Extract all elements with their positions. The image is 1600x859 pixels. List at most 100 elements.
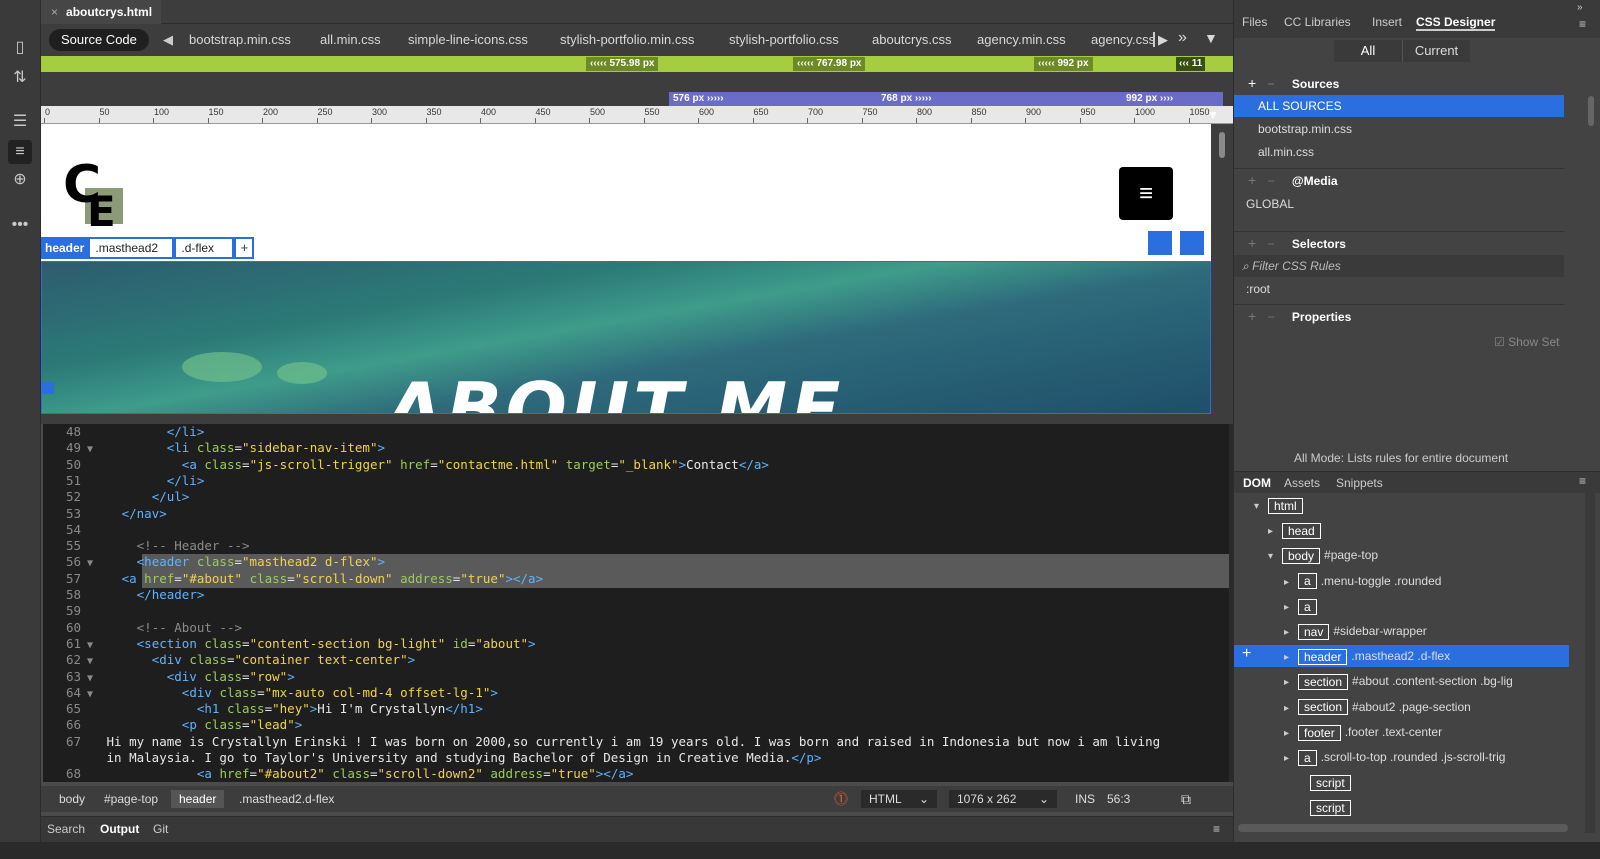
code-text[interactable]: Hi my name is Crystallyn Erinski ! I was… <box>99 734 1161 749</box>
mq-label[interactable]: 768 px ››››› <box>881 92 932 106</box>
related-file[interactable]: agency.min.css <box>977 32 1066 47</box>
panel-menu-icon[interactable]: ≡ <box>1579 474 1586 488</box>
breadcrumb-item[interactable]: header <box>171 790 225 808</box>
code-text[interactable]: <div class="row"> <box>99 669 295 684</box>
warning-icon[interactable]: ⓵ <box>826 790 856 808</box>
code-line[interactable]: 66 <p class="lead"> <box>43 717 1229 733</box>
add-element-icon[interactable]: + <box>1242 645 1251 663</box>
code-line[interactable]: 54 <box>43 522 1229 538</box>
dom-tag[interactable]: section <box>1298 699 1349 716</box>
chevron-down-icon[interactable]: ▾ <box>1254 496 1268 518</box>
splitter[interactable] <box>41 414 1233 424</box>
scroll-left-icon[interactable]: ◀ <box>163 32 173 48</box>
breadcrumb-item[interactable]: body <box>51 790 93 808</box>
show-set-checkbox[interactable]: ☑ Show Set <box>1494 335 1559 349</box>
mq-label[interactable]: ‹‹‹‹‹ 767.98 px <box>793 57 866 71</box>
document-tab[interactable]: × aboutcrys.html <box>41 0 161 24</box>
code-line[interactable]: 52 </ul> <box>43 489 1229 505</box>
code-line[interactable]: 51 </li> <box>43 473 1229 489</box>
code-text[interactable]: </nav> <box>99 506 167 521</box>
scrollbar-thumb[interactable] <box>1588 96 1594 126</box>
media-query-bar-min[interactable]: 576 px ››››› 768 px ››››› 992 px ›››› <box>41 92 1233 106</box>
menu-icon[interactable]: ≡ <box>1213 822 1220 836</box>
mq-label[interactable]: ‹‹‹ 11 <box>1176 57 1206 71</box>
panel-menu-icon[interactable]: ≡ <box>1579 17 1586 31</box>
dom-tag[interactable]: section <box>1298 674 1349 691</box>
source-item[interactable]: ALL SOURCES <box>1234 95 1564 117</box>
chevron-right-icon[interactable]: ▸ <box>1268 521 1282 543</box>
mq-label[interactable]: ‹‹‹‹‹ 575.98 px <box>586 57 659 71</box>
dom-horizontal-scrollbar[interactable] <box>1238 824 1568 832</box>
tab-assets[interactable]: Assets <box>1284 476 1320 490</box>
ruler-marker-icon[interactable]: ▼ <box>1207 108 1219 122</box>
chevron-right-icon[interactable]: ▸ <box>1284 622 1298 644</box>
resize-icon[interactable] <box>1147 230 1173 256</box>
add-icon[interactable]: + <box>1248 75 1256 91</box>
element-display[interactable]: header .masthead2 .d-flex + <box>41 237 255 259</box>
overflow-icon[interactable]: » <box>1178 29 1187 47</box>
tab-search[interactable]: Search <box>47 822 85 836</box>
add-icon[interactable]: + <box>1248 308 1256 324</box>
split-icon[interactable] <box>1179 230 1205 256</box>
code-line[interactable]: 62 ▼ <div class="container text-center"> <box>43 652 1229 668</box>
remove-icon[interactable]: − <box>1268 237 1275 251</box>
code-line[interactable]: 58 </header> <box>43 587 1229 603</box>
code-text[interactable]: <div class="container text-center"> <box>99 652 415 667</box>
code-text[interactable]: <p class="lead"> <box>99 717 302 732</box>
chevron-right-icon[interactable]: ▸ <box>1284 672 1298 694</box>
selector-item[interactable]: :root <box>1234 278 1564 300</box>
remove-icon[interactable]: − <box>1268 77 1275 91</box>
inspect-icon[interactable]: ☰ <box>8 110 32 134</box>
chevron-right-icon[interactable]: ▸ <box>1284 597 1298 619</box>
dom-node[interactable]: ▸ head <box>1234 519 1569 541</box>
tab-insert[interactable]: Insert <box>1372 15 1402 29</box>
chevron-right-icon[interactable]: ▸ <box>1284 723 1298 745</box>
dom-node[interactable]: ▾ html <box>1234 494 1569 516</box>
add-icon[interactable]: + <box>1248 235 1256 251</box>
dom-tag[interactable]: a <box>1298 598 1317 615</box>
code-line[interactable]: 50 <a class="js-scroll-trigger" href="co… <box>43 457 1229 473</box>
tab-cc-libraries[interactable]: CC Libraries <box>1284 15 1351 29</box>
code-text[interactable] <box>99 522 107 537</box>
dom-tag[interactable]: script <box>1310 775 1351 792</box>
code-line[interactable]: 55 <!-- Header --> <box>43 538 1229 554</box>
media-query-bar-max[interactable]: ‹‹‹‹‹ 575.98 px ‹‹‹‹‹ 767.98 px ‹‹‹‹‹ 99… <box>41 56 1233 72</box>
code-text[interactable]: <a class="js-scroll-trigger" href="conta… <box>99 457 769 472</box>
code-line[interactable]: 53 </nav> <box>43 506 1229 522</box>
filter-rules-field[interactable]: ⌕ Filter CSS Rules <box>1234 255 1564 277</box>
handle-icon[interactable] <box>42 382 54 394</box>
code-text[interactable]: <section class="content-section bg-light… <box>99 636 536 651</box>
related-file[interactable]: stylish-portfolio.css <box>729 32 839 47</box>
tab-snippets[interactable]: Snippets <box>1336 476 1383 490</box>
mq-label[interactable]: 576 px ››››› <box>673 92 724 106</box>
code-text[interactable] <box>99 603 107 618</box>
code-text[interactable]: <li class="sidebar-nav-item"> <box>99 440 385 455</box>
element-class[interactable]: .d-flex <box>176 239 233 257</box>
code-text[interactable]: <header class="masthead2 d-flex"> <box>99 554 385 569</box>
code-line[interactable]: 49 ▼ <li class="sidebar-nav-item"> <box>43 440 1229 456</box>
code-text[interactable]: <!-- About --> <box>99 620 242 635</box>
dom-node[interactable]: script <box>1234 796 1569 818</box>
dom-node[interactable]: ▸ a .scroll-to-top .rounded .js-scroll-tri… <box>1234 746 1569 768</box>
related-file[interactable]: aboutcrys.css <box>872 32 951 47</box>
code-line[interactable]: 56 ▼ <header class="masthead2 d-flex"> <box>43 554 1229 570</box>
dom-node[interactable]: ▾ body #page-top <box>1234 544 1569 566</box>
dom-tag[interactable]: a <box>1298 573 1317 590</box>
code-text[interactable]: </header> <box>99 587 205 602</box>
dom-node[interactable]: ▸ a <box>1234 595 1569 617</box>
breadcrumb-item[interactable]: .masthead2.d-flex <box>231 790 342 808</box>
collapse-icon[interactable]: » <box>1577 2 1583 13</box>
code-text[interactable]: </ul> <box>99 489 190 504</box>
code-line[interactable]: 60 <!-- About --> <box>43 620 1229 636</box>
related-file[interactable]: simple-line-icons.css <box>408 32 528 47</box>
related-file[interactable]: bootstrap.min.css <box>189 32 291 47</box>
file-icon[interactable]: ▯ <box>8 36 32 60</box>
dom-tag[interactable]: html <box>1268 497 1303 514</box>
code-text[interactable]: <a href="#about" class="scroll-down" add… <box>99 571 544 586</box>
related-file[interactable]: stylish-portfolio.min.css <box>560 32 694 47</box>
code-text[interactable]: </li> <box>99 424 205 439</box>
breadcrumb-item[interactable]: #page-top <box>96 790 166 808</box>
dom-tag[interactable]: script <box>1310 800 1351 817</box>
dom-tag[interactable]: header <box>1298 649 1348 666</box>
scrollbar-thumb[interactable] <box>1219 132 1225 158</box>
